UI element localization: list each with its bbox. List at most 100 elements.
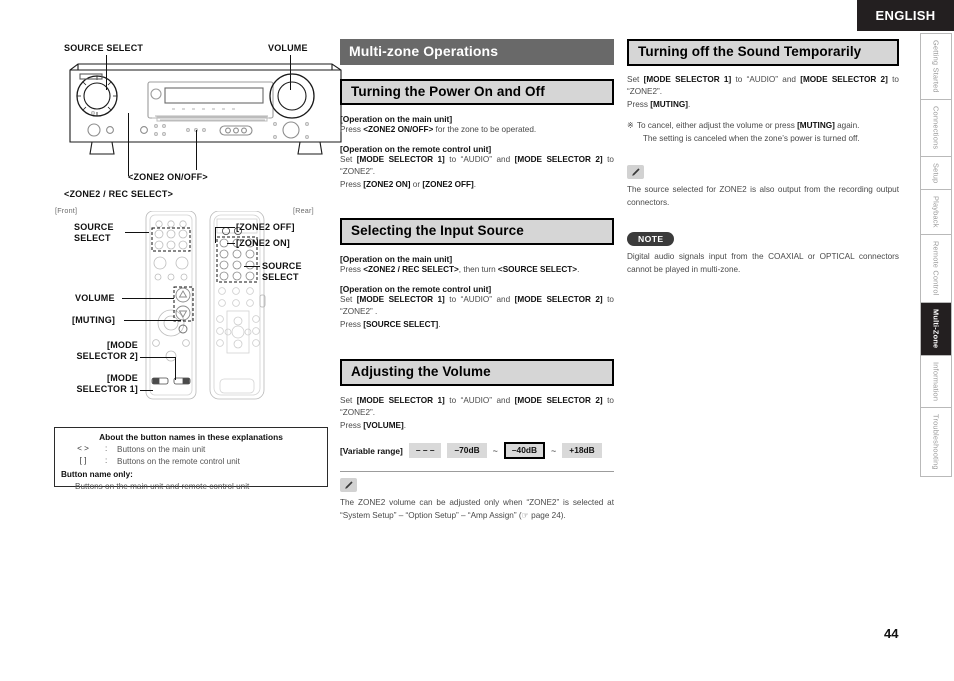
label-mode-selector-1: [MODE SELECTOR 1] xyxy=(76,373,138,394)
variable-range-row: [Variable range] – – – –70dB ~ –40dB ~ +… xyxy=(340,442,614,460)
t: Press xyxy=(340,179,364,189)
about-row-key: [ ] xyxy=(79,455,87,465)
t: Press xyxy=(340,125,364,135)
leader-line xyxy=(227,243,235,244)
range-tilde: ~ xyxy=(551,445,557,456)
note-block: NOTE Digital audio signals input from th… xyxy=(627,229,899,276)
button-ref: [MUTING] xyxy=(650,99,688,109)
button-ref: [MODE SELECTOR 2] xyxy=(514,395,603,405)
memo-text: The source selected for ZONE2 is also ou… xyxy=(627,185,899,207)
muting-line1: Set [MODE SELECTOR 1] to “AUDIO” and [MO… xyxy=(627,74,899,99)
note-text: Digital audio signals input from the COA… xyxy=(627,252,899,274)
label-zone2-rec-select: <ZONE2 / REC SELECT> xyxy=(64,189,174,199)
t: . xyxy=(438,319,441,329)
t: Set xyxy=(340,294,357,304)
tab-label: Information xyxy=(931,361,941,401)
tab-multi-zone[interactable]: Multi-Zone xyxy=(921,302,951,356)
operation-main-unit-label: [Operation on the main unit] xyxy=(340,254,453,265)
section-turning-power-on-off: Turning the Power On and Off [Operation … xyxy=(340,78,614,192)
t: for the zone to be operated. xyxy=(433,125,537,135)
t: to “AUDIO” and xyxy=(444,294,515,304)
section-title-muting: Turning off the Sound Temporarily xyxy=(627,39,899,66)
tab-playback[interactable]: Playback xyxy=(921,190,951,236)
leader-line xyxy=(175,357,176,380)
button-ref: [SOURCE SELECT] xyxy=(363,319,439,329)
muting-body: Set [MODE SELECTOR 1] to “AUDIO” and [MO… xyxy=(627,74,899,276)
caption-rear: [Rear] xyxy=(293,206,314,215)
about-only-label: Button name only: xyxy=(61,469,133,479)
right-content-column: Turning off the Sound Temporarily Set [M… xyxy=(627,39,899,276)
about-row-text: Buttons on the remote control unit xyxy=(117,456,240,466)
label-mode-selector-2: [MODE SELECTOR 2] xyxy=(76,340,138,361)
t: , then turn xyxy=(458,265,498,275)
label-volume-main: VOLUME xyxy=(268,43,308,53)
t: Press xyxy=(340,265,364,275)
label-source-select-front: SOURCE SELECT xyxy=(74,222,114,243)
volume-line2: Press [VOLUME]. xyxy=(340,420,614,432)
t: To cancel, either adjust the volume or p… xyxy=(636,121,798,131)
button-ref: [MODE SELECTOR 2] xyxy=(514,154,603,164)
bullet-line1: To cancel, either adjust the volume or p… xyxy=(637,120,899,132)
label-zone2-off: [ZONE2 OFF] xyxy=(236,222,295,232)
variable-range-label: [Variable range] xyxy=(340,445,403,456)
operation-main-unit-label: [Operation on the main unit] xyxy=(340,114,453,125)
about-row: [ ] : Buttons on the remote control unit xyxy=(61,456,321,468)
label-source-select-rear: SOURCE SELECT xyxy=(262,261,302,282)
tab-setup[interactable]: Setup xyxy=(921,156,951,191)
t: again. xyxy=(834,121,860,131)
button-ref: [MODE SELECTOR 2] xyxy=(514,294,603,304)
button-ref: <ZONE2 / REC SELECT> xyxy=(363,265,459,275)
main-unit-illustration xyxy=(69,63,342,155)
tab-getting-started[interactable]: Getting Started xyxy=(921,34,951,100)
leader-line xyxy=(140,390,153,391)
about-row: < > : Buttons on the main unit xyxy=(61,444,321,456)
about-row-colon: : xyxy=(105,455,108,465)
section-title: Turning the Power On and Off xyxy=(340,78,614,106)
leader-line xyxy=(125,232,149,233)
tab-label: Multi-Zone xyxy=(931,309,941,349)
manual-page: ENGLISH Getting Started Connections Setu… xyxy=(0,0,954,681)
button-ref: [VOLUME] xyxy=(363,420,404,430)
t: Set xyxy=(340,154,357,164)
range-tilde: ~ xyxy=(492,445,498,456)
tab-label: Remote Control xyxy=(931,241,941,296)
tab-connections[interactable]: Connections xyxy=(921,100,951,157)
leader-line xyxy=(215,227,216,243)
about-title: About the button names in these explanat… xyxy=(99,432,283,442)
tab-information[interactable]: Information xyxy=(921,355,951,408)
tab-remote-control[interactable]: Remote Control xyxy=(921,235,951,303)
button-ref: [MODE SELECTOR 1] xyxy=(643,74,732,84)
divider xyxy=(340,471,614,473)
t: Press xyxy=(340,319,364,329)
muting-line2: Press [MUTING]. xyxy=(627,99,899,111)
tab-troubleshooting[interactable]: Troubleshooting xyxy=(921,408,951,478)
operation-remote-line1: Set [MODE SELECTOR 1] to “AUDIO” and [MO… xyxy=(340,154,614,179)
leader-line xyxy=(215,227,235,228)
range-chip-max: +18dB xyxy=(562,443,602,459)
section-body: [Operation on the main unit] Press <ZONE… xyxy=(340,254,614,331)
leader-line xyxy=(140,357,176,358)
bullet-mark: ※ xyxy=(627,121,634,131)
t: Set xyxy=(627,74,644,84)
range-chip-default: –40dB xyxy=(503,442,546,460)
label-source-select-main: SOURCE SELECT xyxy=(64,43,144,53)
tab-label: Setup xyxy=(931,162,941,184)
language-indicator: ENGLISH xyxy=(857,0,954,31)
section-title: Adjusting the Volume xyxy=(340,359,614,386)
chapter-tab-rail[interactable]: Getting Started Connections Setup Playba… xyxy=(920,33,952,478)
memo-text: The ZONE2 volume can be adjusted only wh… xyxy=(340,498,614,520)
page-number: 44 xyxy=(884,626,899,641)
section-adjusting-volume: Adjusting the Volume Set [MODE SELECTOR … xyxy=(340,359,614,522)
pencil-icon xyxy=(340,478,357,493)
about-only-text: Buttons on the main unit and remote cont… xyxy=(75,481,250,491)
operation-remote-line2: Press [ZONE2 ON] or [ZONE2 OFF]. xyxy=(340,179,614,191)
bullet-line2: The setting is canceled when the zone’s … xyxy=(642,133,860,143)
t: Press xyxy=(627,99,651,109)
button-ref: [MODE SELECTOR 1] xyxy=(356,395,445,405)
t: . xyxy=(473,179,477,189)
section-body: Set [MODE SELECTOR 1] to “AUDIO” and [MO… xyxy=(340,395,614,522)
section-selecting-input-source: Selecting the Input Source [Operation on… xyxy=(340,218,614,331)
language-label: ENGLISH xyxy=(875,8,936,23)
operation-remote-label: [Operation on the remote control unit] xyxy=(340,283,492,294)
button-ref: [MODE SELECTOR 1] xyxy=(356,154,445,164)
